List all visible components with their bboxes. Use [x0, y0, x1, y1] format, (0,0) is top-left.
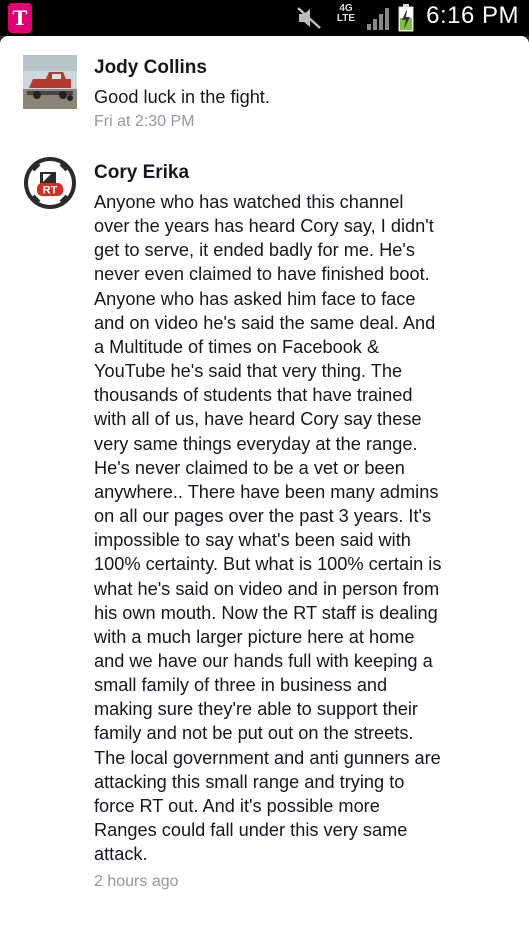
mute-icon	[297, 7, 321, 29]
comment-text: Good luck in the fight.	[94, 87, 270, 107]
battery-charging-icon	[398, 4, 414, 32]
status-clock: 6:16 PM	[426, 2, 519, 29]
carrier-logo-letter: T	[12, 6, 28, 30]
carrier-logo-icon: T	[8, 3, 32, 33]
comment-text: Anyone who has watched this channel over…	[94, 192, 442, 865]
comment-timestamp[interactable]: Fri at 2:30 PM	[94, 113, 194, 131]
status-bar: T 4G LTE 6:16 PM	[0, 0, 529, 36]
rt-logo-text: RT	[43, 185, 58, 197]
comment-author[interactable]: Cory Erika	[94, 162, 189, 184]
comments-panel: Jody Collins Good luck in the fight. Fri…	[0, 36, 529, 940]
4g-lte-icon: 4G LTE	[336, 3, 356, 24]
rt-logo-icon: RT	[23, 156, 77, 210]
signal-icon	[367, 8, 389, 30]
avatar[interactable]	[23, 55, 77, 109]
truck-photo-icon	[23, 55, 77, 109]
avatar[interactable]: RT	[23, 156, 77, 210]
comment-timestamp[interactable]: 2 hours ago	[94, 873, 179, 891]
comment-author[interactable]: Jody Collins	[94, 57, 207, 79]
